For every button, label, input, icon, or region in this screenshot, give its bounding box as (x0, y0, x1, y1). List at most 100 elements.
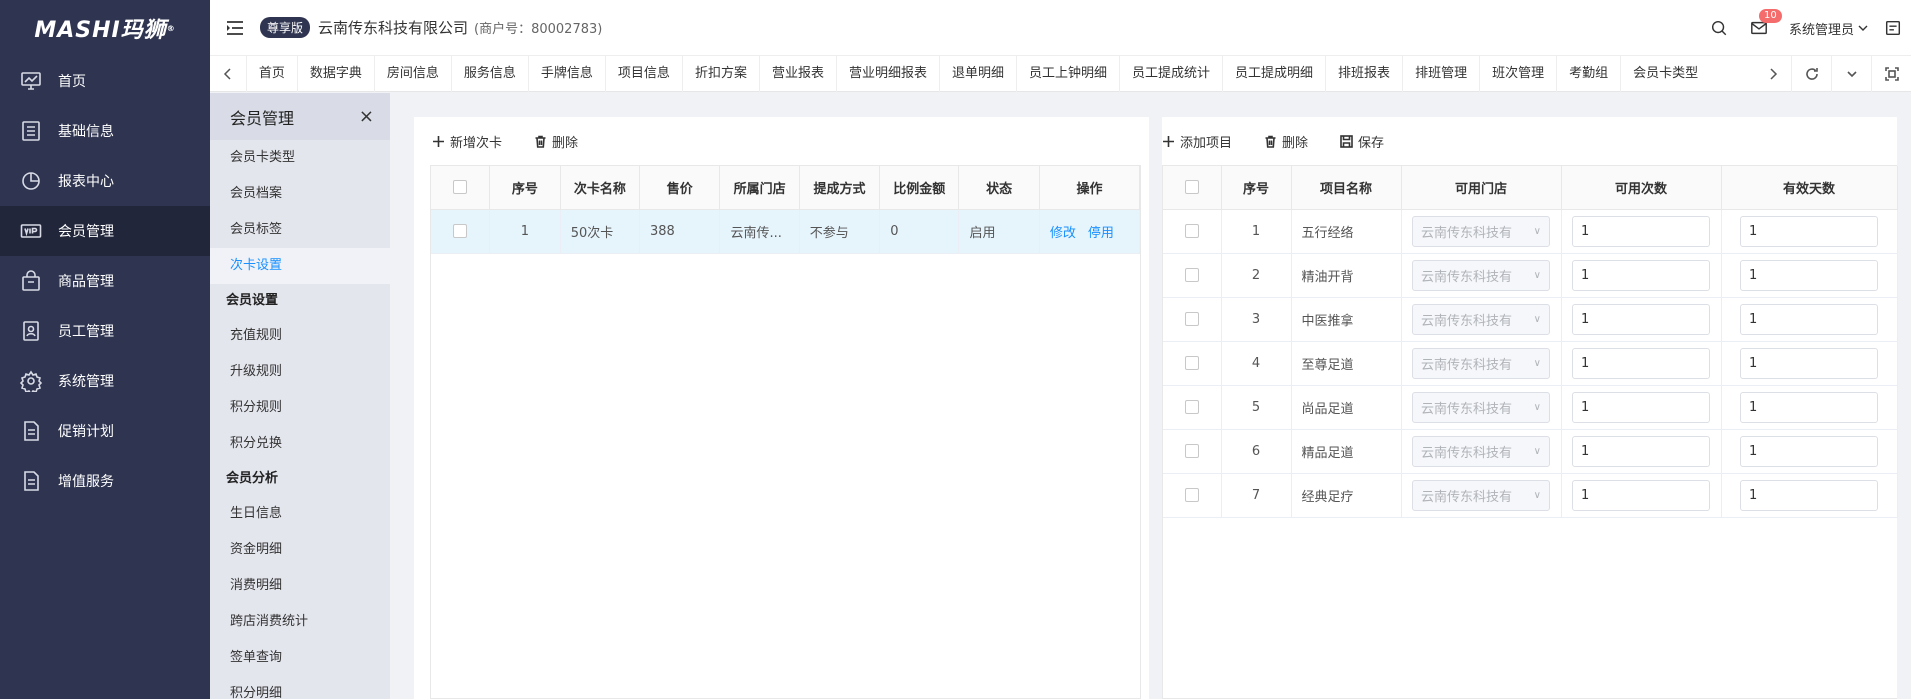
row-checkbox[interactable] (431, 209, 491, 254)
cell-days (1721, 473, 1898, 518)
main-content: 新增次卡 删除 序号 次卡名称 售价 所属门店 提成方式 比例金额 状态 操作 1 50次卡 38… (390, 93, 1911, 699)
row-checkbox[interactable] (1163, 341, 1222, 386)
sidebar-item-1[interactable]: 基础信息 (0, 106, 210, 156)
submenu-group-title: 会员分析 (226, 471, 279, 486)
submenu-item[interactable]: 会员档案 (210, 176, 390, 212)
times-input[interactable] (1572, 479, 1710, 511)
sidebar-item-4[interactable]: 商品管理 (0, 256, 210, 306)
tabs-scroll-right-icon[interactable] (1755, 56, 1791, 92)
submenu-item[interactable]: 积分兑换 (210, 426, 390, 462)
submenu-item[interactable]: 积分规则 (210, 390, 390, 426)
cell-times (1561, 385, 1722, 430)
submenu-item[interactable]: 会员卡类型 (210, 140, 390, 176)
screen-lock-icon[interactable] (1883, 18, 1903, 38)
sidebar-item-2[interactable]: 报表中心 (0, 156, 210, 206)
times-input[interactable] (1572, 391, 1710, 423)
menu-fold-icon[interactable] (226, 18, 246, 38)
select-all-checkbox[interactable] (1163, 166, 1222, 210)
tab-17[interactable]: 会员卡类型 (1620, 55, 1710, 92)
chevron-down-icon[interactable] (1831, 55, 1871, 92)
row-checkbox[interactable] (1163, 253, 1222, 298)
delete-item-button[interactable]: 删除 (1264, 132, 1308, 151)
row-checkbox[interactable] (1163, 209, 1222, 254)
tab-12[interactable]: 员工提成明细 (1222, 55, 1325, 92)
days-input[interactable] (1740, 303, 1878, 335)
tab-6[interactable]: 折扣方案 (681, 55, 759, 92)
sidebar-item-3[interactable]: 会员管理 (0, 206, 210, 256)
times-input[interactable] (1572, 435, 1710, 467)
delete-card-button[interactable]: 删除 (534, 132, 578, 151)
days-input[interactable] (1740, 215, 1878, 247)
times-input[interactable] (1572, 347, 1710, 379)
table-row[interactable]: 1 50次卡 388 云南传... 不参与 0 启用 修改 停用 (431, 209, 1141, 254)
row-checkbox[interactable] (1163, 297, 1222, 342)
days-input[interactable] (1740, 347, 1878, 379)
days-input[interactable] (1740, 391, 1878, 423)
store-select[interactable]: 云南传东科技有 ∨ (1412, 391, 1550, 423)
tab-8[interactable]: 营业明细报表 (835, 55, 939, 92)
save-button[interactable]: 保存 (1340, 132, 1384, 151)
refresh-icon[interactable] (1791, 55, 1831, 92)
submenu-item[interactable]: 次卡设置 (210, 248, 390, 284)
store-select[interactable]: 云南传东科技有 ∨ (1412, 479, 1550, 511)
tab-11[interactable]: 员工提成统计 (1119, 55, 1222, 92)
add-card-button[interactable]: 新增次卡 (432, 132, 502, 151)
days-input[interactable] (1740, 479, 1878, 511)
tab-1[interactable]: 数据字典 (296, 55, 374, 92)
edit-link[interactable]: 修改 (1050, 226, 1076, 241)
tab-0[interactable]: 首页 (245, 55, 297, 92)
times-input[interactable] (1572, 259, 1710, 291)
add-item-button[interactable]: 添加项目 (1162, 132, 1232, 151)
submenu-panel: 会员管理 × 会员卡类型 会员档案 会员标签 次卡设置 会员设置 充值规则 升级规则 积分规则… (210, 93, 390, 699)
user-menu[interactable]: 系统管理员 (1789, 19, 1869, 38)
store-select[interactable]: 云南传东科技有 ∨ (1412, 303, 1550, 335)
store-select[interactable]: 云南传东科技有 ∨ (1412, 259, 1550, 291)
submenu-item[interactable]: 资金明细 (210, 532, 390, 568)
days-input[interactable] (1740, 435, 1878, 467)
tab-2[interactable]: 房间信息 (373, 55, 451, 92)
submenu-item[interactable]: 消费明细 (210, 568, 390, 604)
sidebar-item-5[interactable]: 员工管理 (0, 306, 210, 356)
submenu-item[interactable]: 签单查询 (210, 640, 390, 676)
tab-16[interactable]: 考勤组 (1556, 55, 1620, 92)
times-input[interactable] (1572, 215, 1710, 247)
tab-10[interactable]: 员工上钟明细 (1016, 55, 1119, 92)
submenu-item[interactable]: 会员标签 (210, 212, 390, 248)
select-all-checkbox[interactable] (431, 166, 491, 210)
fullscreen-icon[interactable] (1871, 55, 1911, 92)
submenu-item[interactable]: 跨店消费统计 (210, 604, 390, 640)
row-checkbox[interactable] (1163, 429, 1222, 474)
store-select[interactable]: 云南传东科技有 ∨ (1412, 435, 1550, 467)
row-checkbox[interactable] (1163, 473, 1222, 518)
row-checkbox[interactable] (1163, 385, 1222, 430)
store-select[interactable]: 云南传东科技有 ∨ (1412, 347, 1550, 379)
days-input[interactable] (1740, 259, 1878, 291)
cell-store: 云南传东科技有 ∨ (1401, 297, 1562, 342)
tab-9[interactable]: 退单明细 (938, 55, 1016, 92)
sidebar-item-0[interactable]: 首页 (0, 56, 210, 106)
sidebar-item-7[interactable]: 促销计划 (0, 406, 210, 456)
submenu-item[interactable]: 积分明细 (210, 676, 390, 699)
submenu-item[interactable]: 生日信息 (210, 496, 390, 532)
submenu-item[interactable]: 充值规则 (210, 318, 390, 354)
tab-5[interactable]: 项目信息 (604, 55, 682, 92)
disable-link[interactable]: 停用 (1088, 226, 1114, 241)
sidebar-item-8[interactable]: 增值服务 (0, 456, 210, 506)
tabs-scroll-left-icon[interactable] (210, 56, 246, 92)
times-input[interactable] (1572, 303, 1710, 335)
tab-4[interactable]: 手牌信息 (527, 55, 605, 92)
sidebar-item-6[interactable]: 系统管理 (0, 356, 210, 406)
search-icon[interactable] (1709, 18, 1729, 38)
cell-no: 2 (1221, 253, 1292, 298)
store-select[interactable]: 云南传东科技有 ∨ (1412, 215, 1550, 247)
submenu-header: 会员管理 × (210, 93, 390, 140)
cell-status: 启用 (958, 209, 1040, 254)
close-icon[interactable]: × (359, 106, 374, 127)
tab-15[interactable]: 班次管理 (1479, 55, 1556, 92)
tab-3[interactable]: 服务信息 (450, 55, 528, 92)
mail-icon[interactable]: 10 (1749, 9, 1782, 38)
tab-13[interactable]: 排班报表 (1325, 55, 1402, 92)
tab-14[interactable]: 排班管理 (1402, 55, 1479, 92)
tab-7[interactable]: 营业报表 (758, 55, 836, 92)
submenu-item[interactable]: 升级规则 (210, 354, 390, 390)
